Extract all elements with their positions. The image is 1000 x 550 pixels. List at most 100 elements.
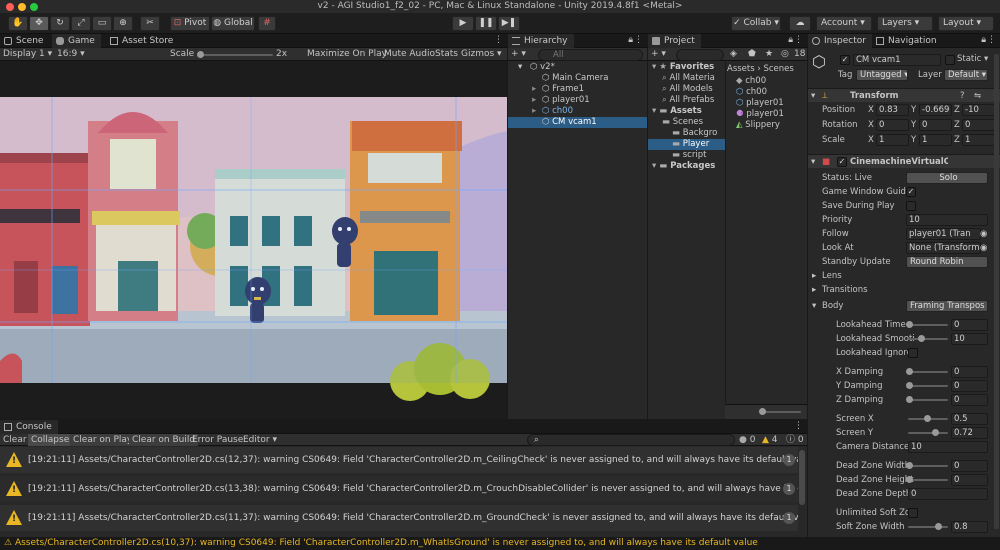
lock-icon[interactable]: 🔒︎ bbox=[981, 35, 986, 45]
visibility-icon[interactable]: ◎ bbox=[781, 48, 789, 61]
x-damping-slider-knob[interactable] bbox=[906, 368, 913, 375]
status-bar[interactable]: ⚠ Assets/CharacterController2D.cs(10,37)… bbox=[0, 537, 1000, 550]
dead-zone-width-slider-knob[interactable] bbox=[906, 462, 913, 469]
tab-game[interactable]: Game bbox=[52, 34, 101, 48]
y-damping-field[interactable]: 0 bbox=[951, 380, 988, 392]
panel-menu-icon[interactable]: ⋮ bbox=[794, 421, 803, 431]
step-button[interactable]: ▶❚ bbox=[498, 16, 520, 31]
component-enabled-checkbox[interactable]: ✓ bbox=[837, 157, 847, 167]
console-log-entry[interactable]: ! [19:21:11] Assets/CharacterController2D… bbox=[0, 447, 798, 473]
transform-z-field[interactable]: 0 bbox=[962, 119, 995, 131]
tab-scene[interactable]: Scene bbox=[0, 34, 49, 48]
stats-toggle[interactable]: Stats bbox=[435, 48, 458, 61]
play-button[interactable]: ▶ bbox=[452, 16, 474, 31]
rotate-tool-button[interactable]: ↻ bbox=[50, 16, 70, 31]
dead-zone-width-field[interactable]: 0 bbox=[951, 460, 988, 472]
axis-y-label[interactable]: Y bbox=[911, 104, 916, 116]
soft-zone-width-slider-knob[interactable] bbox=[934, 523, 942, 530]
save-during-play-checkbox[interactable] bbox=[906, 201, 916, 211]
dead-zone-depth-field[interactable]: 0 bbox=[908, 488, 988, 500]
project-file-item[interactable]: ⬡ ch00 bbox=[726, 87, 807, 98]
foldout-arrow-icon[interactable]: ▸ bbox=[532, 84, 536, 95]
axis-y-label[interactable]: Y bbox=[911, 119, 916, 131]
cloud-button[interactable]: ☁ bbox=[789, 16, 811, 31]
x-damping-slider[interactable] bbox=[908, 371, 948, 373]
z-damping-slider-knob[interactable] bbox=[906, 396, 913, 403]
console-search-input[interactable]: ⌕ bbox=[527, 434, 735, 446]
project-folder-item[interactable]: ▬ Player bbox=[648, 139, 725, 150]
axis-z-label[interactable]: Z bbox=[954, 104, 960, 116]
screen-y-slider[interactable] bbox=[908, 432, 948, 434]
active-checkbox[interactable]: ✓ bbox=[840, 55, 850, 65]
project-folder-item[interactable]: ⌕ All Materia bbox=[648, 73, 725, 84]
warning-filter-toggle[interactable]: ▲ 4 bbox=[762, 434, 778, 446]
project-file-item[interactable]: ⚈ player01 bbox=[726, 109, 807, 120]
panel-menu-icon[interactable]: ⋮ bbox=[794, 35, 803, 45]
tab-console[interactable]: Console bbox=[0, 420, 58, 434]
axis-x-label[interactable]: X bbox=[868, 119, 874, 131]
rect-tool-button[interactable]: ▭ bbox=[92, 16, 112, 31]
icon-size-slider-knob[interactable] bbox=[759, 408, 766, 415]
dead-zone-height-slider[interactable] bbox=[908, 479, 948, 481]
minimize-window-button[interactable] bbox=[18, 3, 26, 11]
object-name-field[interactable]: CM vcam1 bbox=[853, 54, 941, 66]
foldout-arrow-icon[interactable]: ▸ bbox=[532, 95, 536, 106]
z-damping-slider[interactable] bbox=[908, 399, 948, 401]
transform-x-field[interactable]: 0 bbox=[876, 119, 909, 131]
soft-zone-width-field[interactable]: 0.8 bbox=[951, 521, 988, 533]
clear-button[interactable]: Clear bbox=[3, 434, 27, 446]
axis-y-label[interactable]: Y bbox=[911, 134, 916, 146]
tab-project[interactable]: Project bbox=[648, 34, 701, 48]
clear-on-play-toggle[interactable]: Clear on Play bbox=[70, 434, 136, 446]
display-dropdown[interactable]: Display 1 ▾ bbox=[3, 48, 52, 61]
screen-x-field[interactable]: 0.5 bbox=[951, 413, 988, 425]
pause-button[interactable]: ❚❚ bbox=[475, 16, 497, 31]
tag-dropdown[interactable]: Untagged ▾ bbox=[856, 69, 908, 81]
vcam-component-header[interactable]: ▾ ■ ✓ CinemachineVirtualCam bbox=[808, 154, 1000, 168]
hierarchy-search-input[interactable]: All bbox=[538, 49, 643, 61]
static-dropdown-arrow[interactable]: ▾ bbox=[984, 53, 988, 65]
project-folder-item[interactable]: ▬ script bbox=[648, 150, 725, 161]
lookahead-time-slider-knob[interactable] bbox=[906, 321, 913, 328]
lookahead-time-slider[interactable] bbox=[908, 324, 948, 326]
transform-z-field[interactable]: -10 bbox=[962, 104, 995, 116]
lock-icon[interactable]: 🔒︎ bbox=[788, 35, 793, 45]
object-picker-icon[interactable]: ◉ bbox=[980, 242, 987, 254]
preset-icon[interactable]: ⇋ bbox=[974, 90, 981, 102]
aspect-dropdown[interactable]: 16:9 ▾ bbox=[57, 48, 85, 61]
error-filter-toggle[interactable]: ● 0 bbox=[739, 434, 755, 446]
project-folder-item[interactable]: ▾ ★ Favorites bbox=[648, 62, 725, 73]
project-folder-item[interactable]: ⌕ All Prefabs bbox=[648, 95, 725, 106]
soft-zone-width-slider[interactable] bbox=[908, 526, 948, 528]
transform-y-field[interactable]: 1 bbox=[919, 134, 952, 146]
dead-zone-width-slider[interactable] bbox=[908, 465, 948, 467]
lookahead-smoothing-slider-knob[interactable] bbox=[917, 335, 925, 342]
tab-navigation[interactable]: Navigation bbox=[872, 34, 943, 48]
y-damping-slider-knob[interactable] bbox=[906, 382, 913, 389]
game-view[interactable] bbox=[0, 61, 507, 419]
editor-dropdown[interactable]: Editor ▾ bbox=[243, 434, 277, 446]
collapse-toggle[interactable]: Collapse bbox=[28, 434, 73, 446]
project-add-button[interactable]: + ▾ bbox=[651, 48, 666, 61]
screen-y-field[interactable]: 0.72 bbox=[951, 427, 988, 439]
filter-type-icon[interactable]: ◈ bbox=[730, 48, 737, 61]
axis-z-label[interactable]: Z bbox=[954, 119, 960, 131]
axis-x-label[interactable]: X bbox=[868, 104, 874, 116]
look-at-field[interactable]: None (Transform) bbox=[906, 242, 981, 254]
error-pause-toggle[interactable]: Error Pause bbox=[192, 434, 243, 446]
foldout-arrow-icon[interactable]: ▾ bbox=[518, 62, 522, 73]
lookahead-smoothing-field[interactable]: 10 bbox=[951, 333, 988, 345]
foldout-arrow-icon[interactable]: ▸ bbox=[812, 270, 816, 282]
panel-menu-icon[interactable]: ⋮ bbox=[987, 35, 996, 45]
tab-inspector[interactable]: Inspector bbox=[808, 34, 872, 48]
screen-y-slider-knob[interactable] bbox=[931, 429, 939, 436]
foldout-arrow-icon[interactable]: ▸ bbox=[532, 106, 536, 117]
global-toggle[interactable]: ◍ Global bbox=[211, 16, 255, 31]
transform-x-field[interactable]: 0.83 bbox=[876, 104, 909, 116]
layer-dropdown[interactable]: Default ▾ bbox=[944, 69, 988, 81]
grid-snap-button[interactable]: # bbox=[258, 16, 276, 31]
favorite-star-icon[interactable]: ★ bbox=[765, 48, 773, 61]
dead-zone-height-slider-knob[interactable] bbox=[906, 476, 913, 483]
body-dropdown[interactable]: Framing Transpos bbox=[906, 300, 988, 312]
y-damping-slider[interactable] bbox=[908, 385, 948, 387]
